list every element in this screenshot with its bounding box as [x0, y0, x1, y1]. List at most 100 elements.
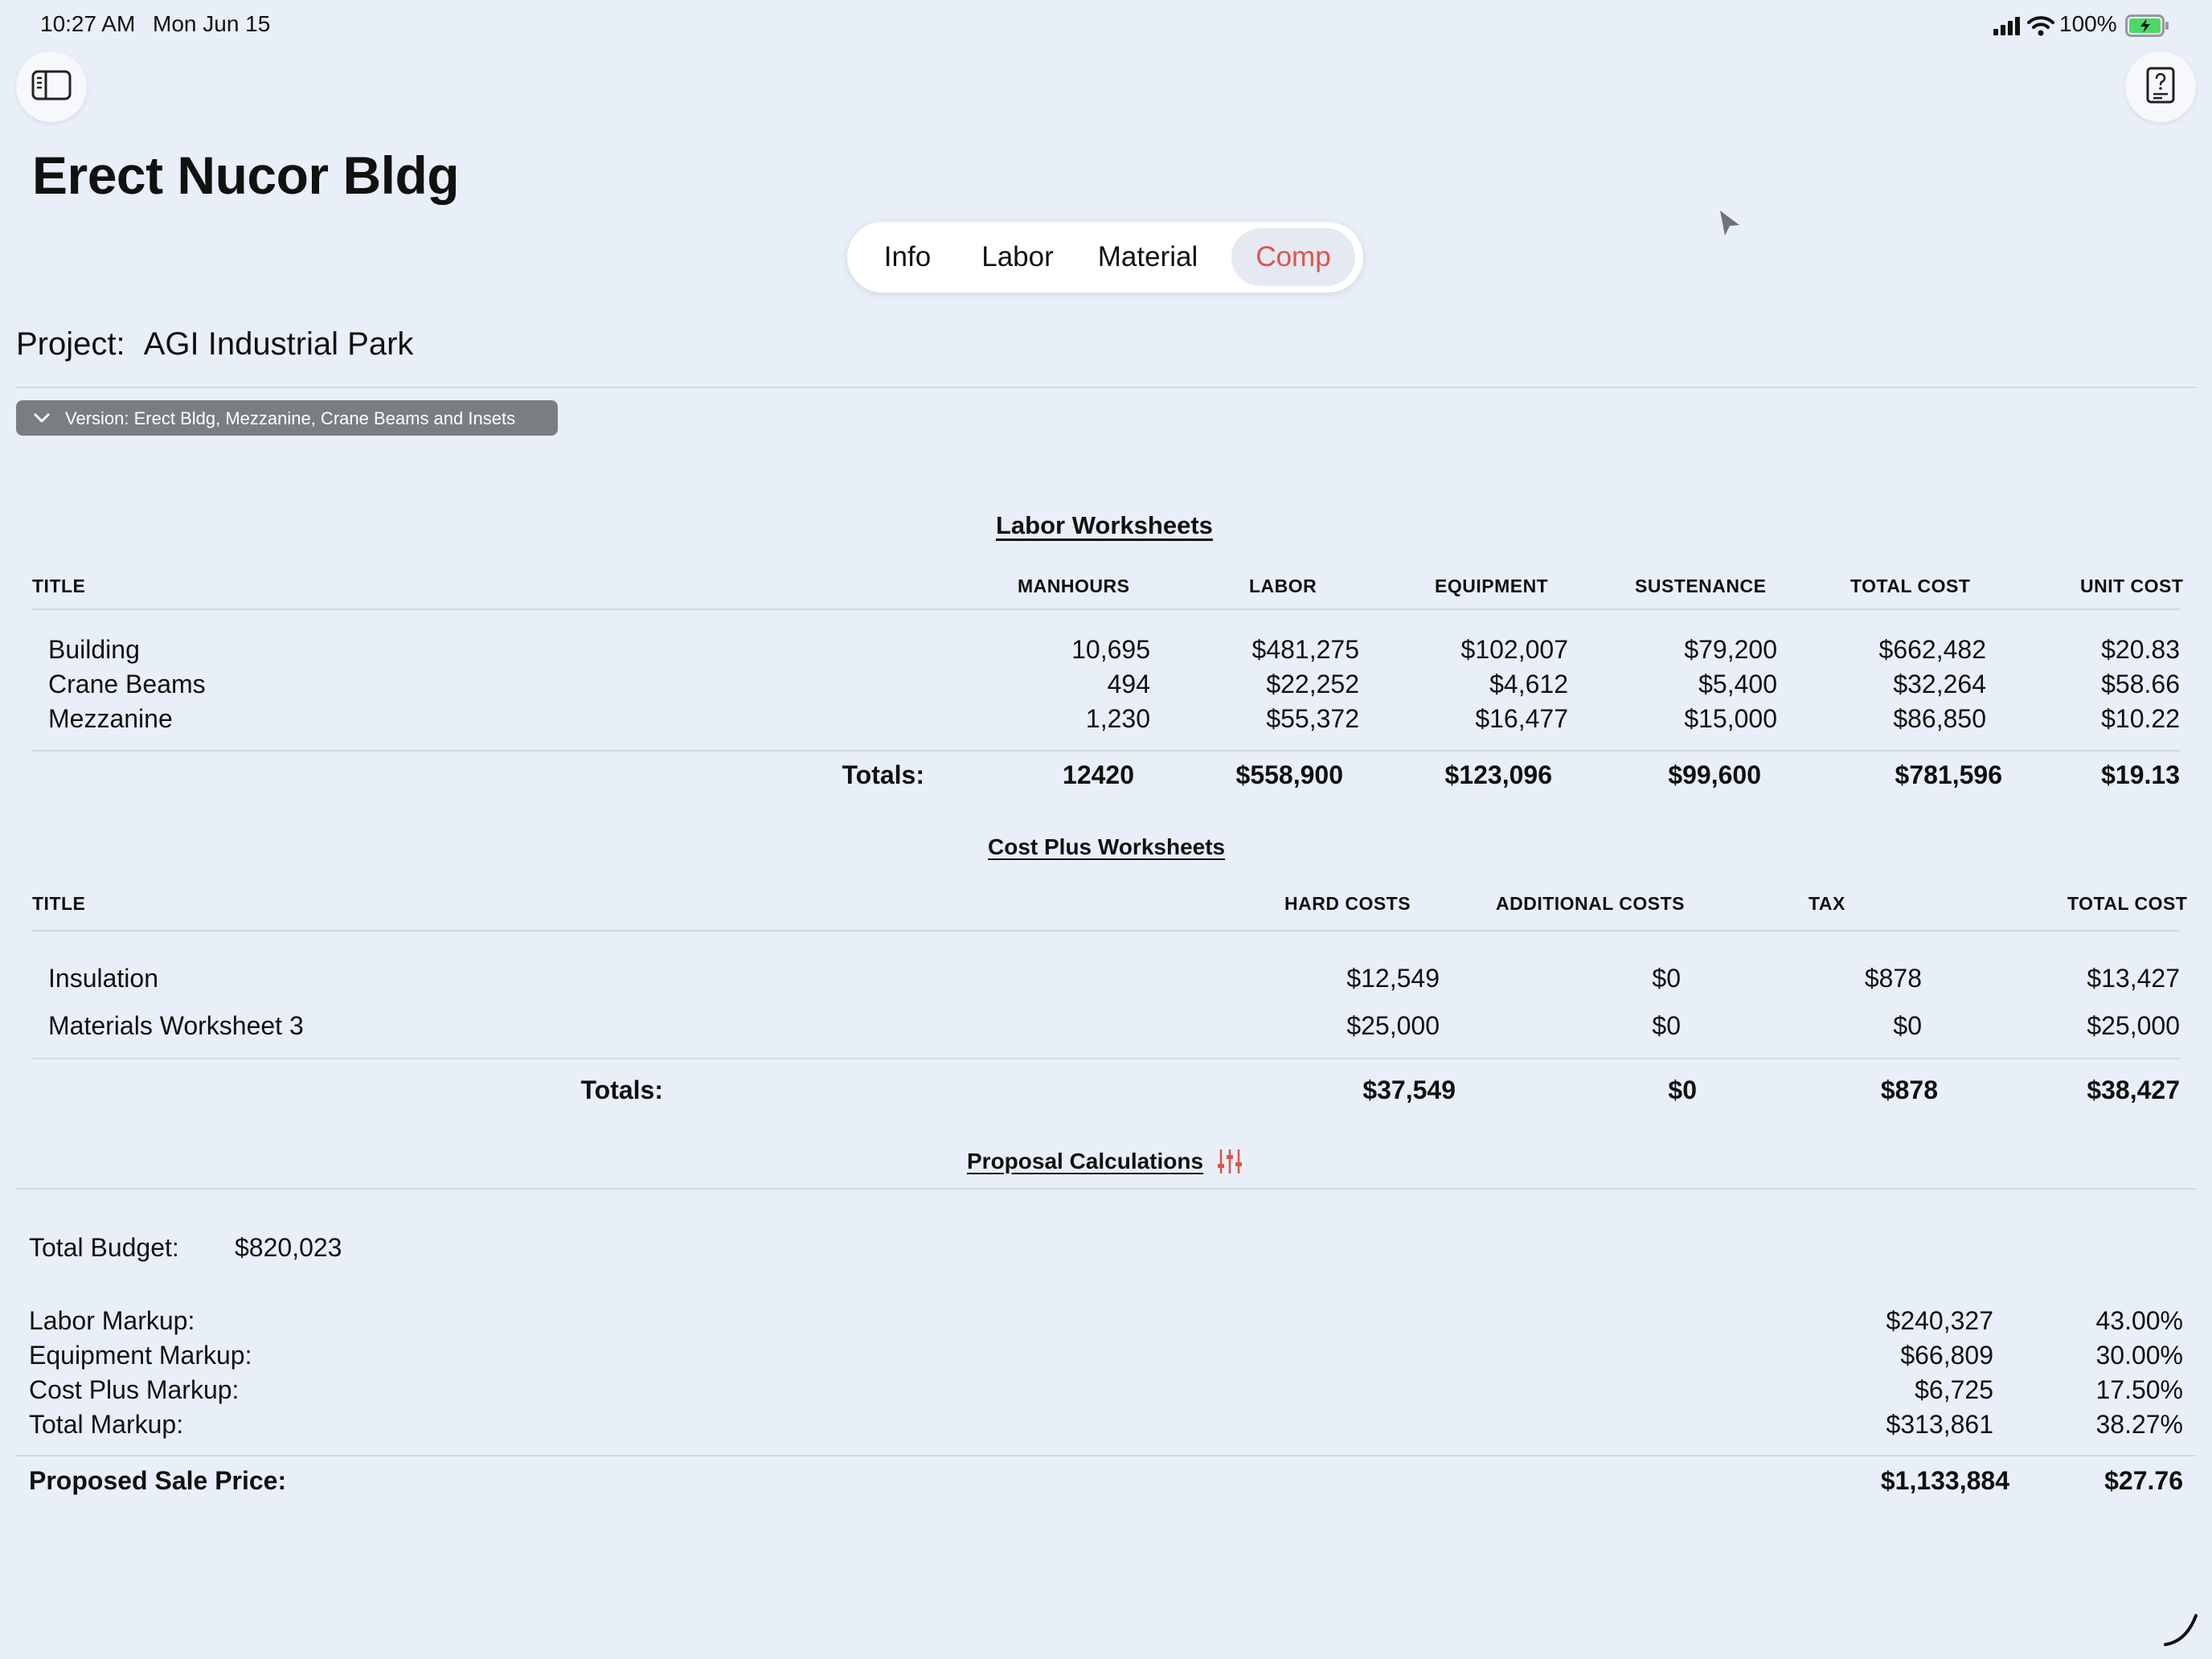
row-manhours: 494	[1107, 670, 1150, 698]
proposal-calculations-title: Proposal Calculations	[967, 1149, 1204, 1174]
markup-amount: $66,809	[1900, 1341, 1993, 1370]
markup-percent: 38.27%	[2095, 1410, 2183, 1439]
markup-amount: $240,327	[1886, 1306, 1993, 1335]
project-line: Project: AGI Industrial Park	[16, 326, 413, 363]
help-button[interactable]	[2125, 51, 2196, 122]
sidebar-toggle-button[interactable]	[16, 51, 87, 122]
col-equipment: EQUIPMENT	[1435, 576, 1549, 596]
help-document-icon	[2146, 67, 2175, 108]
row-manhours: 1,230	[1085, 704, 1150, 733]
markup-percent: 30.00%	[2095, 1341, 2183, 1370]
row-sustenance: $79,200	[1684, 635, 1777, 664]
totals-labor: $558,900	[1235, 760, 1343, 789]
col-title: TITLE	[32, 576, 86, 596]
pointer-cursor-icon	[1718, 209, 1743, 242]
totals-sustenance: $99,600	[1668, 760, 1761, 789]
row-hard-costs: $25,000	[1346, 1011, 1440, 1040]
totals-total-cost: $781,596	[1895, 760, 2002, 789]
col-unit-cost: UNIT COST	[2080, 576, 2184, 596]
tab-comp[interactable]: Comp	[1231, 228, 1355, 286]
sale-price-unit: $27.76	[2104, 1466, 2183, 1495]
markup-label: Labor Markup:	[29, 1306, 195, 1335]
cost-plus-worksheets-title: Cost Plus Worksheets	[988, 834, 1226, 859]
col-labor: LABOR	[1249, 576, 1317, 596]
row-equipment: $16,477	[1475, 704, 1568, 733]
sale-price-label: Proposed Sale Price:	[29, 1466, 287, 1495]
row-hard-costs: $12,549	[1346, 964, 1440, 993]
signal-icon	[1993, 16, 2022, 39]
row-labor: $481,275	[1251, 635, 1359, 664]
col-tax: TAX	[1809, 893, 1845, 914]
tab-labor[interactable]: Labor	[968, 228, 1067, 286]
status-date: Mon Jun 15	[153, 11, 271, 36]
total-budget-label: Total Budget:	[29, 1233, 179, 1262]
tab-info[interactable]: Info	[863, 228, 952, 286]
row-manhours: 10,695	[1071, 635, 1150, 664]
row-tax: $0	[1893, 1011, 1922, 1040]
divider	[16, 1455, 2196, 1456]
row-total-cost: $32,264	[1893, 670, 1986, 698]
row-unit-cost: $58.66	[2101, 670, 2180, 698]
markup-amount: $6,725	[1915, 1375, 1993, 1404]
wifi-icon	[2027, 14, 2054, 41]
row-additional-costs: $0	[1652, 1011, 1681, 1040]
divider	[32, 930, 2180, 932]
col-manhours: MANHOURS	[1018, 576, 1130, 596]
col-additional-costs: ADDITIONAL COSTS	[1496, 893, 1686, 914]
col-hard-costs: HARD COSTS	[1284, 893, 1411, 914]
project-label: Project:	[16, 326, 125, 362]
tab-material[interactable]: Material	[1083, 228, 1212, 286]
row-title: Materials Worksheet 3	[48, 1011, 304, 1040]
col-total-cost: TOTAL COST	[2067, 893, 2188, 914]
row-title: Mezzanine	[48, 704, 173, 733]
totals-hard-costs: $37,549	[1362, 1075, 1456, 1104]
markup-label: Cost Plus Markup:	[29, 1375, 240, 1404]
col-total-cost: TOTAL COST	[1850, 576, 1971, 596]
row-equipment: $102,007	[1460, 635, 1568, 664]
row-unit-cost: $20.83	[2101, 635, 2180, 664]
divider	[16, 1188, 2196, 1190]
row-tax: $878	[1864, 964, 1922, 993]
row-total-cost: $86,850	[1893, 704, 1986, 733]
row-sustenance: $5,400	[1698, 670, 1777, 698]
row-labor: $22,252	[1266, 670, 1359, 698]
project-name: AGI Industrial Park	[143, 326, 414, 362]
divider	[32, 608, 2180, 610]
row-total-cost: $13,427	[2087, 964, 2180, 993]
version-selector[interactable]: Version: Erect Bldg, Mezzanine, Crane Be…	[16, 400, 558, 436]
totals-additional-costs: $0	[1668, 1075, 1697, 1104]
totals-equipment: $123,096	[1444, 760, 1552, 789]
totals-tax: $878	[1880, 1075, 1938, 1104]
row-title: Insulation	[48, 964, 158, 993]
row-additional-costs: $0	[1652, 964, 1681, 993]
totals-label: Totals:	[580, 1075, 663, 1104]
page-title: Erect Nucor Bldg	[32, 145, 460, 205]
status-time: 10:27 AM	[40, 11, 136, 36]
markup-amount: $313,861	[1886, 1410, 1993, 1439]
sidebar-icon	[31, 69, 72, 105]
markup-label: Equipment Markup:	[29, 1341, 252, 1370]
totals-unit-cost: $19.13	[2101, 760, 2180, 789]
resize-handle-icon[interactable]	[2162, 1611, 2199, 1652]
divider	[16, 387, 2196, 388]
labor-worksheets-title: Labor Worksheets	[996, 511, 1213, 539]
row-title: Crane Beams	[48, 670, 206, 698]
totals-label: Totals:	[842, 760, 924, 789]
total-budget-value: $820,023	[235, 1233, 342, 1262]
col-title: TITLE	[32, 893, 86, 914]
sale-price-amount: $1,133,884	[1880, 1466, 2009, 1495]
row-sustenance: $15,000	[1684, 704, 1777, 733]
divider	[32, 1058, 2180, 1059]
row-total-cost: $662,482	[1878, 635, 1986, 664]
row-labor: $55,372	[1266, 704, 1359, 733]
row-total-cost: $25,000	[2087, 1011, 2180, 1040]
sliders-icon[interactable]	[1217, 1148, 1243, 1179]
markup-label: Total Markup:	[29, 1410, 184, 1439]
version-label: Version: Erect Bldg, Mezzanine, Crane Be…	[65, 408, 516, 428]
totals-manhours: 12420	[1063, 760, 1134, 789]
row-unit-cost: $10.22	[2101, 704, 2180, 733]
tab-bar: Info Labor Material Comp	[847, 222, 1363, 293]
divider	[32, 750, 2180, 752]
totals-total-cost: $38,427	[2087, 1075, 2180, 1104]
battery-icon	[2125, 14, 2170, 41]
